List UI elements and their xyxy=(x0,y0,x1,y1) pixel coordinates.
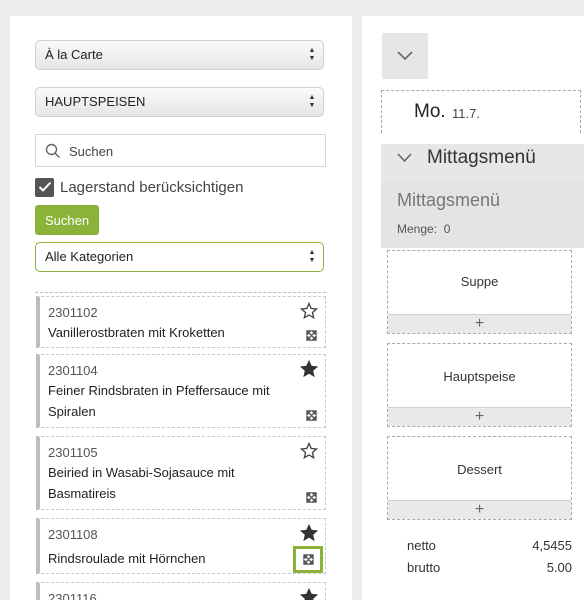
stock-checkbox[interactable] xyxy=(35,177,54,197)
course-slot-suppe[interactable]: Suppe + xyxy=(387,250,572,334)
day-date: 11.7. xyxy=(452,106,480,121)
menu-select[interactable]: À la Carte ▲ ▼ xyxy=(35,40,324,70)
star-filled-icon[interactable] xyxy=(300,524,318,542)
article-panel: À la Carte ▲ ▼ HAUPTSPEISEN ▲ ▼ Suchen Lag… xyxy=(10,16,352,600)
menu-select-value: À la Carte xyxy=(45,47,103,62)
article-number: 2301102 xyxy=(48,305,98,320)
category-select[interactable]: Alle Kategorien ▲ ▼ xyxy=(35,242,324,272)
article-number: 2301116 xyxy=(48,591,97,600)
expand-icon[interactable] xyxy=(306,410,317,421)
menu-panel: Mo. 11.7. Mittagsmenü Mittagsmenü Menge:… xyxy=(362,16,584,600)
menu-title: Mittagsmenü xyxy=(397,190,501,210)
star-filled-icon[interactable] xyxy=(300,588,318,600)
expand-icon[interactable] xyxy=(306,330,317,341)
course-slot-hauptspeise[interactable]: Hauptspeise + xyxy=(387,343,572,427)
article-name: Feiner Rindsbraten in Pfeffersauce mit S… xyxy=(48,383,270,419)
category-group-value: HAUPTSPEISEN xyxy=(45,94,146,109)
article-card[interactable]: 2301102 Vanillerostbraten mit Kroketten xyxy=(36,296,326,348)
add-course-button[interactable]: + xyxy=(388,314,571,333)
category-select-value: Alle Kategorien xyxy=(45,249,134,264)
menu-details: Mittagsmenü Menge: 0 xyxy=(381,182,584,248)
collapse-button[interactable] xyxy=(382,33,428,79)
day-header: Mo. 11.7. xyxy=(381,90,581,133)
select-arrows-icon: ▲ ▼ xyxy=(308,47,316,62)
expand-icon[interactable] xyxy=(306,492,317,503)
article-name: Vanillerostbraten mit Kroketten xyxy=(48,325,225,340)
expand-icon xyxy=(302,554,314,565)
add-course-button[interactable]: + xyxy=(388,500,571,519)
select-arrows-icon: ▲ ▼ xyxy=(308,249,316,264)
stock-checkbox-row[interactable]: Lagerstand berücksichtigen xyxy=(35,177,243,197)
search-input[interactable]: Suchen xyxy=(35,134,326,167)
menu-quantity: Menge: 0 xyxy=(397,222,451,236)
article-card[interactable]: 2301105 Beiried in Wasabi-Sojasauce mit … xyxy=(36,436,326,510)
article-card[interactable]: 2301104 Feiner Rindsbraten in Pfeffersau… xyxy=(36,354,326,428)
article-card[interactable]: 2301108 Rindsroulade mit Hörnchen xyxy=(36,518,326,574)
stock-checkbox-label: Lagerstand berücksichtigen xyxy=(60,178,244,196)
article-number: 2301105 xyxy=(48,445,98,460)
search-button[interactable]: Suchen xyxy=(35,205,99,235)
menu-header-title: Mittagsmenü xyxy=(427,147,536,168)
list-divider xyxy=(35,292,326,293)
star-outline-icon[interactable] xyxy=(300,302,318,320)
article-name: Beiried in Wasabi-Sojasauce mit Basmatir… xyxy=(48,465,235,501)
chevron-down-icon xyxy=(397,51,413,61)
total-netto: netto 4,5455 xyxy=(407,538,572,553)
select-arrows-icon: ▲ ▼ xyxy=(308,94,316,109)
search-placeholder: Suchen xyxy=(69,144,114,159)
netto-label: netto xyxy=(407,538,436,553)
netto-value: 4,5455 xyxy=(532,538,572,553)
category-group-select[interactable]: HAUPTSPEISEN ▲ ▼ xyxy=(35,87,324,117)
expand-button-highlighted[interactable] xyxy=(293,546,323,573)
course-label: Hauptspeise xyxy=(443,369,516,384)
total-brutto: brutto 5.00 xyxy=(407,560,572,575)
course-label: Dessert xyxy=(457,462,502,477)
article-name: Rindsroulade mit Hörnchen xyxy=(48,551,206,566)
day-weekday: Mo. xyxy=(414,101,446,122)
chevron-down-icon[interactable] xyxy=(397,153,412,163)
brutto-value: 5.00 xyxy=(546,560,572,575)
course-label: Suppe xyxy=(460,274,499,289)
add-course-button[interactable]: + xyxy=(388,407,571,426)
brutto-label: brutto xyxy=(407,560,441,575)
article-card[interactable]: 2301116 xyxy=(36,582,326,600)
star-outline-icon[interactable] xyxy=(300,442,318,460)
checkmark-icon xyxy=(38,181,51,192)
article-number: 2301108 xyxy=(48,527,98,542)
search-icon xyxy=(45,143,60,158)
course-slot-dessert[interactable]: Dessert + xyxy=(387,436,572,520)
article-number: 2301104 xyxy=(48,363,98,378)
star-filled-icon[interactable] xyxy=(300,360,318,378)
